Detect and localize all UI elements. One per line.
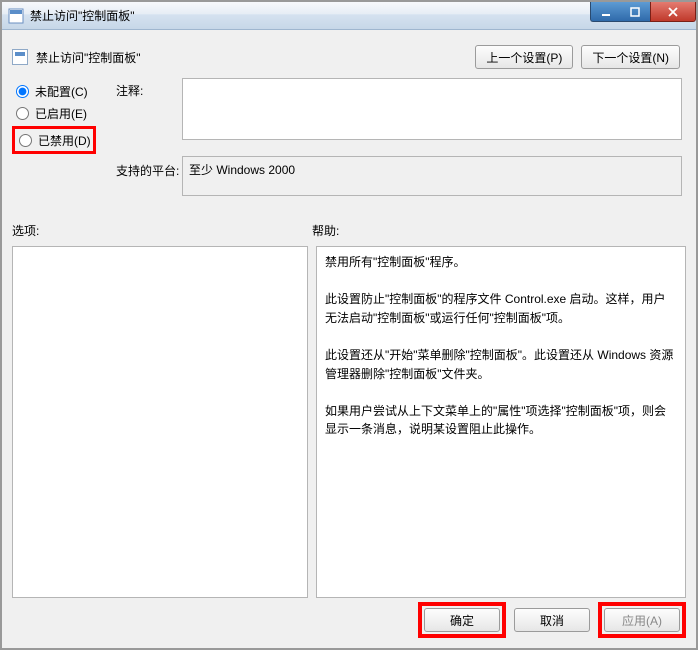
nav-buttons: 上一个设置(P) 下一个设置(N) — [475, 45, 680, 69]
highlight-apply: 应用(A) — [598, 602, 686, 638]
supported-platforms-box: 至少 Windows 2000 — [182, 156, 682, 196]
footer-buttons: 确定 取消 应用(A) — [12, 602, 686, 638]
radio-disabled-label: 已禁用(D) — [38, 132, 91, 149]
next-setting-button[interactable]: 下一个设置(N) — [581, 45, 680, 69]
close-button[interactable] — [650, 2, 696, 22]
radio-not-configured-label: 未配置(C) — [35, 83, 88, 100]
comment-label: 注释: — [116, 82, 143, 99]
radio-not-configured-input[interactable] — [16, 85, 29, 98]
highlight-disabled: 已禁用(D) — [12, 126, 96, 154]
supported-platforms-text: 至少 Windows 2000 — [189, 163, 295, 177]
cancel-button[interactable]: 取消 — [514, 608, 590, 632]
policy-icon — [12, 49, 28, 65]
radio-not-configured[interactable]: 未配置(C) — [12, 80, 182, 102]
radio-enabled[interactable]: 已启用(E) — [12, 102, 182, 124]
options-label: 选项: — [12, 222, 39, 239]
ok-button[interactable]: 确定 — [424, 608, 500, 632]
radio-disabled[interactable]: 已禁用(D) — [17, 129, 91, 151]
minimize-button[interactable] — [590, 2, 620, 22]
help-label: 帮助: — [312, 222, 339, 239]
panels: 禁用所有"控制面板"程序。 此设置防止"控制面板"的程序文件 Control.e… — [12, 246, 686, 598]
apply-button[interactable]: 应用(A) — [604, 608, 680, 632]
dialog-body: 禁止访问"控制面板" 上一个设置(P) 下一个设置(N) 未配置(C) 已启用(… — [2, 30, 696, 648]
window-controls — [590, 2, 696, 22]
state-radios: 未配置(C) 已启用(E) 已禁用(D) — [12, 80, 182, 154]
radio-enabled-input[interactable] — [16, 107, 29, 120]
highlight-ok: 确定 — [418, 602, 506, 638]
help-panel: 禁用所有"控制面板"程序。 此设置防止"控制面板"的程序文件 Control.e… — [316, 246, 686, 598]
comment-textarea[interactable] — [182, 78, 682, 140]
titlebar: 禁止访问"控制面板" — [2, 2, 696, 30]
policy-title: 禁止访问"控制面板" — [36, 49, 141, 66]
app-icon — [8, 8, 24, 24]
platform-label: 支持的平台: — [116, 162, 179, 179]
maximize-button[interactable] — [620, 2, 650, 22]
dialog-window: 禁止访问"控制面板" 禁止访问"控制面板" 上一个设置(P) 下一个设置(N) — [0, 0, 698, 650]
main-grid: 未配置(C) 已启用(E) 已禁用(D) 注释: 支持的平台: 至少 Windo… — [12, 74, 686, 598]
radio-enabled-label: 已启用(E) — [35, 105, 87, 122]
header-row: 禁止访问"控制面板" 上一个设置(P) 下一个设置(N) — [12, 40, 686, 74]
radio-disabled-input[interactable] — [19, 134, 32, 147]
window-title: 禁止访问"控制面板" — [30, 7, 135, 24]
previous-setting-button[interactable]: 上一个设置(P) — [475, 45, 573, 69]
options-panel — [12, 246, 308, 598]
